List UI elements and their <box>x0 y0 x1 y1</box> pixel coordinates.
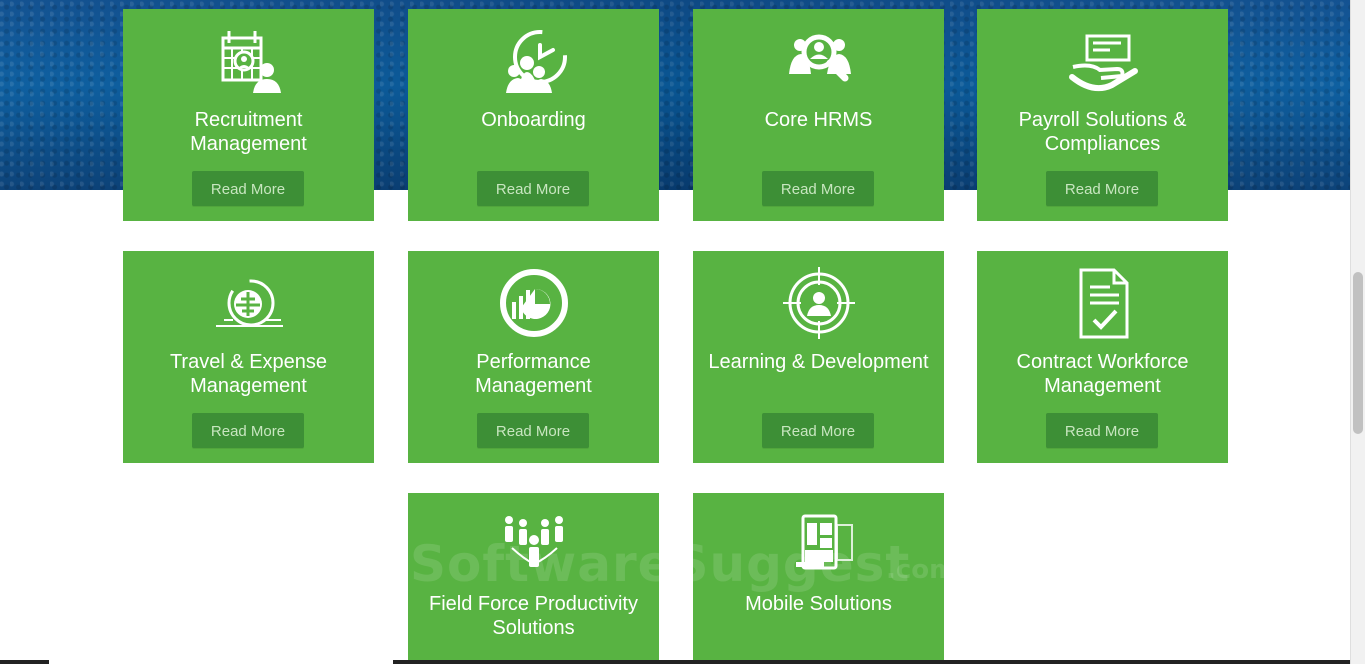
card-title: Learning & Development <box>708 351 929 373</box>
contract-check-icon <box>1065 265 1141 341</box>
travel-expense-card[interactable]: Travel & Expense Management Read More <box>123 251 374 463</box>
card-title: Field Force Productivity Solutions <box>429 593 638 639</box>
read-more-button[interactable]: Read More <box>192 171 304 206</box>
performance-management-card[interactable]: Performance Management Read More <box>408 251 659 463</box>
core-hrms-card[interactable]: Core HRMS Read More <box>693 9 944 221</box>
recruitment-management-card[interactable]: Recruitment Management Read More <box>123 9 374 221</box>
vertical-scrollbar[interactable] <box>1350 0 1365 664</box>
read-more-button[interactable]: Read More <box>477 413 589 448</box>
card-title: Travel & Expense Management <box>169 351 328 397</box>
read-more-button[interactable]: Read More <box>1046 171 1158 206</box>
calendar-person-icon <box>211 23 287 99</box>
clock-team-icon <box>496 23 572 99</box>
payroll-solutions-card[interactable]: Payroll Solutions & Compliances Read Mor… <box>977 9 1228 221</box>
field-force-productivity-card[interactable]: Field Force Productivity Solutions <box>408 493 659 664</box>
read-more-button[interactable]: Read More <box>762 171 874 206</box>
airplane-globe-icon <box>211 265 287 341</box>
card-title: Performance Management <box>475 351 592 397</box>
read-more-button[interactable]: Read More <box>192 413 304 448</box>
target-person-icon <box>781 265 857 341</box>
check-hand-icon <box>1065 23 1141 99</box>
field-force-team-icon <box>496 507 572 583</box>
read-more-button[interactable]: Read More <box>1046 413 1158 448</box>
card-title: Recruitment Management <box>190 109 307 155</box>
read-more-button[interactable]: Read More <box>477 171 589 206</box>
learning-development-card[interactable]: Learning & Development Read More <box>693 251 944 463</box>
bottom-right-bar <box>393 660 1350 664</box>
card-title: Core HRMS <box>764 109 873 131</box>
product-cards-page: Recruitment Management Read More Onboard… <box>0 0 1365 664</box>
magnifier-team-icon <box>781 23 857 99</box>
bottom-left-bar <box>0 660 49 664</box>
mobile-devices-icon <box>781 507 857 583</box>
card-title: Onboarding <box>481 109 586 131</box>
read-more-button[interactable]: Read More <box>762 413 874 448</box>
contract-workforce-card[interactable]: Contract Workforce Management Read More <box>977 251 1228 463</box>
performance-chart-icon <box>496 265 572 341</box>
card-title: Payroll Solutions & Compliances <box>1018 109 1187 155</box>
onboarding-card[interactable]: Onboarding Read More <box>408 9 659 221</box>
card-title: Contract Workforce Management <box>1016 351 1189 397</box>
mobile-solutions-card[interactable]: Mobile Solutions <box>693 493 944 664</box>
scrollbar-thumb[interactable] <box>1353 272 1363 434</box>
card-title: Mobile Solutions <box>745 593 892 615</box>
